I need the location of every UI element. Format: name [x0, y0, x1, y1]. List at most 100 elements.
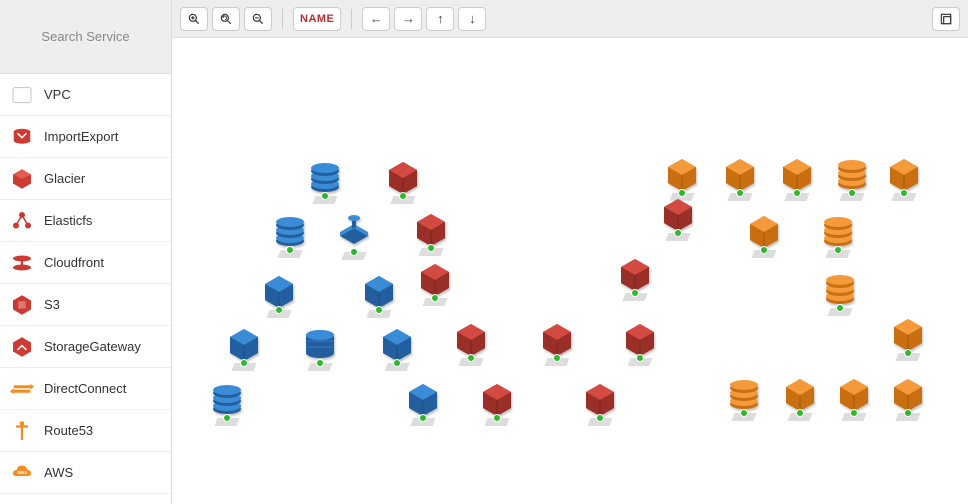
fullscreen-button[interactable] [932, 7, 960, 31]
topology-node-blue[interactable] [305, 158, 345, 198]
topology-node-red[interactable] [580, 380, 620, 420]
sidebar-item-vpc[interactable]: VPC [0, 74, 171, 116]
status-dot-icon [240, 359, 248, 367]
topology-node-blue[interactable] [300, 325, 340, 365]
importexport-icon [10, 125, 34, 149]
topology-node-red[interactable] [615, 255, 655, 295]
zoom-in-button[interactable] [180, 7, 208, 31]
sidebar-item-elasticfs[interactable]: Elasticfs [0, 200, 171, 242]
sidebar-item-aws[interactable]: AWSAWS [0, 452, 171, 494]
zoom-in-icon [187, 12, 201, 26]
sidebar-item-label: S3 [44, 297, 60, 312]
storagegateway-icon [10, 335, 34, 359]
topology-node-orange[interactable] [777, 155, 817, 195]
s3-icon [10, 293, 34, 317]
toggle-name-button[interactable]: NAME [293, 7, 341, 31]
status-dot-icon [793, 189, 801, 197]
fullscreen-icon [939, 12, 953, 26]
status-dot-icon [904, 409, 912, 417]
sidebar-item-directconnect[interactable]: DirectConnect [0, 368, 171, 410]
topology-node-red[interactable] [415, 260, 455, 300]
topology-node-orange[interactable] [720, 155, 760, 195]
status-dot-icon [760, 246, 768, 254]
sidebar-search-placeholder[interactable]: Search Service [0, 0, 171, 74]
zoom-reset-button[interactable] [212, 7, 240, 31]
sidebar-item-s3[interactable]: S3 [0, 284, 171, 326]
topology-node-orange[interactable] [888, 375, 928, 415]
status-dot-icon [850, 409, 858, 417]
topology-node-blue[interactable] [334, 214, 374, 254]
topology-node-red[interactable] [620, 320, 660, 360]
sidebar-item-route53[interactable]: Route53 [0, 410, 171, 452]
topology-node-blue[interactable] [259, 272, 299, 312]
sidebar-item-label: Cloudfront [44, 255, 104, 270]
status-dot-icon [834, 246, 842, 254]
topology-node-orange[interactable] [832, 155, 872, 195]
status-dot-icon [553, 354, 561, 362]
status-dot-icon [393, 359, 401, 367]
sidebar-item-label: StorageGateway [44, 339, 141, 354]
sidebar-item-cloudfront[interactable]: Cloudfront [0, 242, 171, 284]
zoom-out-button[interactable] [244, 7, 272, 31]
topology-node-red[interactable] [477, 380, 517, 420]
sidebar-item-glacier[interactable]: Glacier [0, 158, 171, 200]
topology-node-orange[interactable] [662, 155, 702, 195]
directconnect-icon [10, 377, 34, 401]
status-dot-icon [631, 289, 639, 297]
status-dot-icon [431, 294, 439, 302]
status-dot-icon [467, 354, 475, 362]
sidebar-item-storagegateway[interactable]: StorageGateway [0, 326, 171, 368]
topology-node-orange[interactable] [724, 375, 764, 415]
sidebar-item-label: DirectConnect [44, 381, 126, 396]
status-dot-icon [636, 354, 644, 362]
topology-node-blue[interactable] [224, 325, 264, 365]
topology-node-red[interactable] [451, 320, 491, 360]
sidebar-item-label: Glacier [44, 171, 85, 186]
status-dot-icon [596, 414, 604, 422]
status-dot-icon [848, 189, 856, 197]
sidebar: Search Service VPC ImportExport Glacier Ela… [0, 0, 172, 504]
status-dot-icon [900, 189, 908, 197]
pan-up-button[interactable]: ↑ [426, 7, 454, 31]
status-dot-icon [836, 304, 844, 312]
status-dot-icon [399, 192, 407, 200]
topology-node-blue[interactable] [377, 325, 417, 365]
cloudfront-icon [10, 251, 34, 275]
topology-node-red[interactable] [383, 158, 423, 198]
vpc-icon [10, 83, 34, 107]
status-dot-icon [674, 229, 682, 237]
topology-node-blue[interactable] [270, 212, 310, 252]
topology-node-orange[interactable] [884, 155, 924, 195]
status-dot-icon [316, 359, 324, 367]
status-dot-icon [350, 248, 358, 256]
topology-node-orange[interactable] [834, 375, 874, 415]
topology-node-orange[interactable] [744, 212, 784, 252]
topology-node-orange[interactable] [818, 212, 858, 252]
zoom-out-icon [251, 12, 265, 26]
pan-left-button[interactable]: ← [362, 7, 390, 31]
main: NAME ← → ↑ ↓ [172, 0, 968, 504]
status-dot-icon [904, 349, 912, 357]
sidebar-item-importexport[interactable]: ImportExport [0, 116, 171, 158]
topology-node-orange[interactable] [888, 315, 928, 355]
topology-node-blue[interactable] [359, 272, 399, 312]
pan-down-button[interactable]: ↓ [458, 7, 486, 31]
elasticfs-icon [10, 209, 34, 233]
pan-right-button[interactable]: → [394, 7, 422, 31]
status-dot-icon [223, 414, 231, 422]
topology-node-blue[interactable] [403, 380, 443, 420]
sidebar-item-label: Elasticfs [44, 213, 92, 228]
status-dot-icon [375, 306, 383, 314]
topology-node-red[interactable] [537, 320, 577, 360]
topology-node-red[interactable] [411, 210, 451, 250]
status-dot-icon [419, 414, 427, 422]
zoom-reset-icon [219, 12, 233, 26]
toolbar-separator [351, 9, 352, 29]
sidebar-item-label: ImportExport [44, 129, 118, 144]
sidebar-service-list: VPC ImportExport Glacier Elasticfs Cloudfron… [0, 74, 171, 504]
topology-node-orange[interactable] [780, 375, 820, 415]
topology-canvas[interactable] [172, 38, 968, 504]
topology-node-orange[interactable] [820, 270, 860, 310]
topology-node-blue[interactable] [207, 380, 247, 420]
topology-node-red[interactable] [658, 195, 698, 235]
